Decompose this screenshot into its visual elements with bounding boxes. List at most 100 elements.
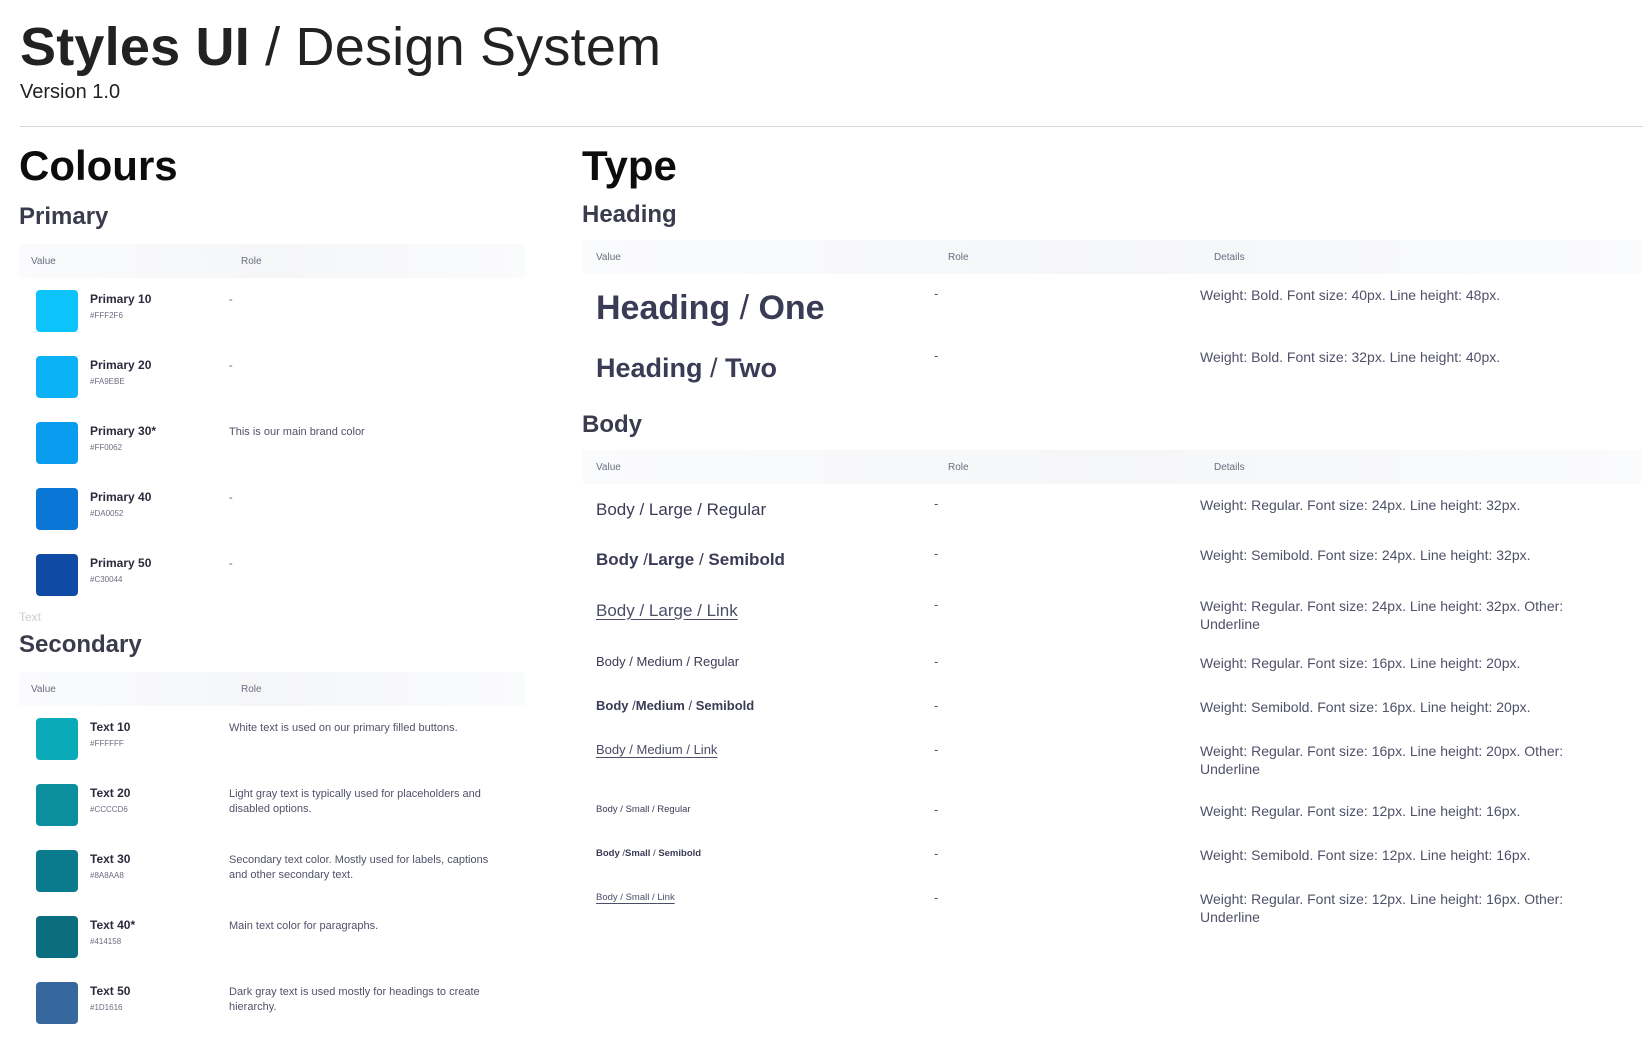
type-details: Weight: Regular. Font size: 24px. Line h… xyxy=(1200,497,1521,513)
colour-name: Text 40* xyxy=(90,918,136,932)
body-title: Body xyxy=(582,411,642,438)
type-row: Heading / One - Weight: Bold. Font size: 4… xyxy=(582,274,1642,340)
type-sample: Body / Large / Regular xyxy=(582,484,934,521)
primary-colour-table: Value Role Primary 10 #FFF2F6 - Primary 20 #… xyxy=(19,244,525,608)
type-sample-link[interactable]: Body / Large / Link xyxy=(582,585,934,622)
colour-role: Main text color for paragraphs. xyxy=(229,920,379,932)
colour-row: Primary 10 #FFF2F6 - xyxy=(19,278,525,344)
colour-hex: #1D1616 xyxy=(90,1003,123,1012)
colour-row: Primary 40 #DA0052 - xyxy=(19,476,525,542)
type-sample-part: Link xyxy=(657,892,675,903)
column-header-details: Details xyxy=(1214,251,1245,263)
secondary-rows: Text 10 #FFFFFF White text is used on our … xyxy=(19,706,525,1036)
type-role: - xyxy=(934,348,939,363)
colour-row: Text 20 #CCCCD6 Light gray text is typical… xyxy=(19,772,525,838)
type-sample-part: Regular xyxy=(693,654,740,669)
colour-row: Primary 30* #FF0062 This is our main brand… xyxy=(19,410,525,476)
type-details: Weight: Regular. Font size: 12px. Line h… xyxy=(1200,803,1521,819)
colour-swatch xyxy=(36,850,78,892)
type-sample: Body /Small / Semibold xyxy=(582,834,934,862)
type-row: Body / Medium / Regular - Weight: Regular.… xyxy=(582,642,1642,686)
type-sample: Body / Small / Regular xyxy=(582,790,934,818)
type-details: Weight: Bold. Font size: 40px. Line heig… xyxy=(1200,287,1501,303)
colour-name-block: Text 50 #1D1616 xyxy=(78,982,229,1014)
type-sample-link[interactable]: Body / Small / Link xyxy=(582,878,934,906)
type-sample: Heading / Two xyxy=(582,340,934,385)
colour-hex: #414158 xyxy=(90,937,122,946)
type-sample-part: Regular xyxy=(657,804,691,815)
column-header-role: Role xyxy=(241,255,262,267)
type-sample-part: Regular xyxy=(706,500,767,519)
type-sample-part: Body xyxy=(596,654,626,669)
type-sample-separator: / xyxy=(617,892,626,903)
colour-role: Light gray text is typically used for pl… xyxy=(229,788,481,815)
type-sample-separator: / xyxy=(730,289,759,327)
secondary-title: Secondary xyxy=(19,631,142,658)
version-label: Version 1.0 xyxy=(20,81,121,103)
page-title-subtitle: / Design System xyxy=(249,17,662,77)
type-sample-part: Medium xyxy=(636,654,683,669)
type-sample-part: One xyxy=(758,289,825,327)
colour-swatch xyxy=(36,554,78,596)
colour-name-block: Primary 30* #FF0062 xyxy=(78,422,229,454)
type-row: Body / Small / Regular - Weight: Regular. … xyxy=(582,790,1642,834)
colour-row: Text 40* #414158 Main text color for parag… xyxy=(19,904,525,970)
heading-title: Heading xyxy=(582,201,677,228)
column-header-value: Value xyxy=(31,255,56,267)
type-role: - xyxy=(934,496,939,511)
colour-role: - xyxy=(229,360,233,372)
type-role: - xyxy=(934,597,939,612)
colour-role: This is our main brand color xyxy=(229,426,365,438)
type-sample-part: Large xyxy=(648,500,693,519)
table-header: Value Role Details xyxy=(582,450,1642,484)
secondary-colour-table: Value Role Text 10 #FFFFFF White text is u… xyxy=(19,672,525,1036)
colour-name: Primary 30* xyxy=(90,424,157,438)
colour-swatch xyxy=(36,916,78,958)
type-details: Weight: Regular. Font size: 12px. Line h… xyxy=(1200,891,1564,925)
type-row: Body / Large / Link - Weight: Regular. Fon… xyxy=(582,585,1642,642)
type-sample-separator: / xyxy=(684,698,696,713)
colour-swatch xyxy=(36,784,78,826)
type-sample-separator: / xyxy=(702,353,726,383)
type-details: Weight: Semibold. Font size: 24px. Line … xyxy=(1200,547,1531,563)
type-sample-part: Small xyxy=(625,848,651,859)
type-sample-part: Large xyxy=(647,550,695,569)
colour-hex: #C30044 xyxy=(90,575,123,584)
type-sample-part: Semibold xyxy=(708,550,785,569)
body-type-table: Value Role Details Body / Large / Regula… xyxy=(582,450,1642,934)
type-row: Body / Small / Link - Weight: Regular. Fon… xyxy=(582,878,1642,934)
type-details: Weight: Bold. Font size: 32px. Line heig… xyxy=(1200,349,1501,365)
type-sample-part: Body xyxy=(596,550,639,569)
type-sample-separator: / xyxy=(634,500,649,519)
colour-role: Dark gray text is used mostly for headin… xyxy=(229,986,480,1013)
type-sample-part: Heading xyxy=(596,353,703,383)
page-header: Styles UI / Design System Version 1.0 xyxy=(20,14,661,104)
colour-name-block: Text 30 #8A8AA8 xyxy=(78,850,229,882)
colour-hex: #FA9EBE xyxy=(90,377,125,386)
colour-name-block: Primary 20 #FA9EBE xyxy=(78,356,229,388)
type-sample-separator: / xyxy=(625,742,637,757)
body-rows: Body / Large / Regular - Weight: Regular. … xyxy=(582,484,1642,934)
type-details: Weight: Semibold. Font size: 12px. Line … xyxy=(1200,847,1531,863)
page-title: Styles UI / Design System xyxy=(20,14,661,80)
type-sample-part: Small xyxy=(625,804,650,815)
type-sample-separator: / xyxy=(617,804,626,815)
primary-title: Primary xyxy=(19,203,109,230)
colour-row: Primary 50 #C30044 - xyxy=(19,542,525,608)
type-sample-part: Medium xyxy=(635,698,685,713)
colour-hex: #FFFFFF xyxy=(90,739,124,748)
colour-swatch xyxy=(36,718,78,760)
type-sample: Body / Medium / Regular xyxy=(582,642,934,671)
colour-swatch xyxy=(36,488,78,530)
type-role: - xyxy=(934,890,939,905)
type-sample-separator: / xyxy=(634,601,649,620)
colour-name: Text 50 xyxy=(90,984,131,998)
type-row: Body /Medium / Semibold - Weight: Semibold… xyxy=(582,686,1642,730)
type-sample-separator: / xyxy=(682,742,694,757)
type-role: - xyxy=(934,742,939,757)
colour-swatch xyxy=(36,290,78,332)
type-sample-link[interactable]: Body / Medium / Link xyxy=(582,730,934,759)
type-role: - xyxy=(934,286,939,301)
colour-hex: #CCCCD6 xyxy=(90,805,128,814)
colour-name: Text 10 xyxy=(90,720,131,734)
